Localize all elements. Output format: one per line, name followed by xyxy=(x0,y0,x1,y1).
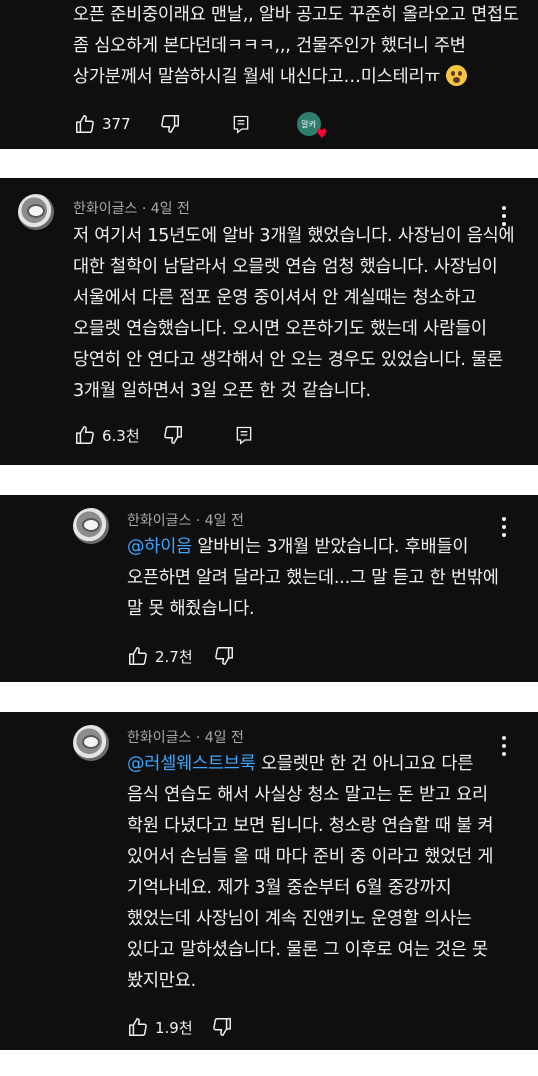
creator-avatar: 말카 ♥ xyxy=(296,112,328,141)
meta-separator: · xyxy=(191,513,205,529)
astonished-face-emoji xyxy=(445,65,467,86)
avatar[interactable] xyxy=(18,194,54,230)
reply-card-1: 한화이글스 · 4일 전 @하이음 알바비는 3개월 받았습니다. 후배들이 오… xyxy=(0,495,538,682)
thumbs-down-icon xyxy=(163,426,182,444)
thumbs-up-icon xyxy=(129,647,147,665)
timestamp[interactable]: 4일 전 xyxy=(205,730,244,746)
like-count: 6.3천 xyxy=(102,426,140,445)
like-button[interactable]: 1.9천 xyxy=(127,1016,193,1038)
comment-actions: 2.7천 xyxy=(127,643,235,669)
comment-text: @하이음 알바비는 3개월 받았습니다. 후배들이 오픈하면 알려 달라고 했는… xyxy=(127,537,499,619)
like-button[interactable]: 377 xyxy=(74,113,131,135)
reply-icon xyxy=(236,426,251,445)
meta-separator: · xyxy=(137,201,151,217)
thumbs-up-icon xyxy=(129,1018,147,1036)
reply-icon xyxy=(233,115,248,134)
like-count: 1.9천 xyxy=(155,1018,193,1037)
comment-meta: 한화이글스 · 4일 전 xyxy=(73,198,190,218)
thumbs-up-icon xyxy=(76,115,94,133)
dislike-button[interactable] xyxy=(213,645,235,667)
comment-card-2: 한화이글스 · 4일 전 저 여기서 15년도에 알바 3개월 했었습니다. 사… xyxy=(0,178,538,465)
thumbs-down-icon xyxy=(160,115,179,133)
comment-meta: 한화이글스 · 4일 전 xyxy=(127,727,244,747)
like-button[interactable]: 2.7천 xyxy=(127,645,193,667)
author-name[interactable]: 한화이글스 xyxy=(127,513,191,529)
mention-link[interactable]: @러셀웨스트브룩 xyxy=(127,754,256,774)
thumbs-down-icon xyxy=(212,1018,231,1036)
mention-link[interactable]: @하이음 xyxy=(127,537,192,557)
comment-text: 저 여기서 15년도에 알바 3개월 했었습니다. 사장님이 음식에 대한 철학… xyxy=(73,226,515,401)
comment-actions: 6.3천 xyxy=(74,422,254,448)
avatar[interactable] xyxy=(73,508,109,544)
meta-separator: · xyxy=(191,730,205,746)
thumbs-up-icon xyxy=(76,426,94,444)
timestamp[interactable]: 4일 전 xyxy=(151,201,190,217)
dislike-button[interactable] xyxy=(162,424,184,446)
author-name[interactable]: 한화이글스 xyxy=(127,730,191,746)
like-button[interactable]: 6.3천 xyxy=(74,424,140,446)
comment-text: 오픈 준비중이래요 맨날,, 알바 공고도 꾸준히 올라오고 면접도 좀 심오하… xyxy=(73,5,519,87)
dislike-button[interactable] xyxy=(159,113,181,135)
author-name[interactable]: 한화이글스 xyxy=(73,201,137,217)
reply-button[interactable] xyxy=(231,114,251,134)
dislike-button[interactable] xyxy=(211,1016,233,1038)
comment-card-1: 오픈 준비중이래요 맨날,, 알바 공고도 꾸준히 올라오고 면접도 좀 심오하… xyxy=(0,0,538,149)
like-count: 2.7천 xyxy=(155,647,193,666)
comment-text: @러셀웨스트브룩 오믈렛만 한 건 아니고요 다른 음식 연습도 해서 사실상 … xyxy=(127,754,494,991)
avatar[interactable] xyxy=(73,725,109,761)
reply-card-2: 한화이글스 · 4일 전 @러셀웨스트브룩 오믈렛만 한 건 아니고요 다른 음… xyxy=(0,712,538,1050)
like-count: 377 xyxy=(102,115,131,133)
comment-actions: 1.9천 xyxy=(127,1014,233,1040)
heart-icon: ♥ xyxy=(315,127,328,142)
thumbs-down-icon xyxy=(214,647,233,665)
comment-actions: 377 말카 ♥ xyxy=(74,111,328,141)
comment-meta: 한화이글스 · 4일 전 xyxy=(127,510,244,530)
timestamp[interactable]: 4일 전 xyxy=(205,513,244,529)
creator-heart-badge: 말카 ♥ xyxy=(296,112,328,141)
reply-button[interactable] xyxy=(234,425,254,445)
